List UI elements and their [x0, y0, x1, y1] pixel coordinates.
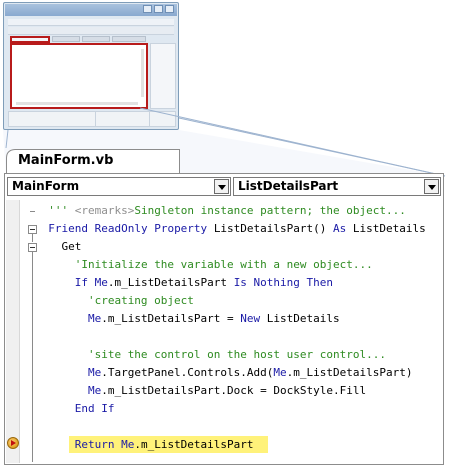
code-line[interactable]: Me.m_ListDetailsPart.Dock = DockStyle.Fi… — [88, 382, 366, 400]
code-token: .m_ListDetailsPart.Dock = DockStyle.Fill — [101, 384, 367, 397]
code-editor[interactable]: MainForm ListDetailsPart ''' <remarks>Si… — [4, 173, 444, 465]
code-line[interactable]: 'site the control on the host user contr… — [88, 346, 386, 364]
code-token: As — [333, 222, 353, 235]
class-name-dropdown[interactable]: MainForm — [7, 177, 231, 196]
code-token: ListDetailsPart() — [213, 222, 334, 235]
code-token: Me — [87, 384, 102, 397]
code-line[interactable]: If Me.m_ListDetailsPart Is Nothing Then — [75, 274, 333, 292]
code-token: Me — [94, 276, 108, 289]
code-line[interactable]: Me.TargetPanel.Controls.Add(Me.m_ListDet… — [88, 364, 413, 382]
dropdown-arrow-icon[interactable] — [214, 179, 229, 194]
code-line[interactable]: Return Me.m_ListDetailsPart — [68, 436, 268, 454]
code-token: Me — [87, 312, 102, 325]
code-line[interactable]: Friend ReadOnly Property ListDetailsPart… — [48, 220, 426, 238]
member-name-dropdown[interactable]: ListDetailsPart — [233, 177, 441, 196]
code-token: .TargetPanel.Controls.Add( — [101, 366, 274, 379]
code-token: End If — [74, 402, 115, 415]
code-token: .m_ListDetailsPart — [134, 438, 254, 451]
outline-line — [32, 252, 33, 462]
outline-line — [32, 234, 33, 242]
member-name-value: ListDetailsPart — [238, 179, 339, 193]
code-token: Me — [87, 366, 102, 379]
code-token: ListDetails — [352, 222, 426, 235]
code-token: Me — [121, 438, 135, 451]
code-token: Is Nothing Then — [233, 276, 334, 289]
code-token: .m_ListDetailsPart — [107, 276, 234, 289]
code-line[interactable]: ''' <remarks>Singleton instance pattern;… — [48, 202, 406, 220]
code-token: 'Initialize the variable with a new obje… — [74, 258, 373, 271]
code-line[interactable]: Me.m_ListDetailsPart = New ListDetails — [88, 310, 340, 328]
tab-label: MainForm.vb — [18, 153, 114, 168]
outline-collapse-icon[interactable] — [28, 225, 37, 234]
code-token: Me — [273, 366, 287, 379]
dropdown-arrow-icon[interactable] — [424, 179, 439, 194]
current-statement-highlight: Return Me.m_ListDetailsPart — [68, 436, 268, 453]
code-token: .m_ListDetailsPart = — [101, 312, 241, 325]
code-token: Return — [74, 438, 122, 451]
code-token: 'site the control on the host user contr… — [87, 348, 386, 361]
code-token: ListDetails — [266, 312, 340, 325]
code-line[interactable]: Get — [61, 238, 81, 256]
class-name-value: MainForm — [12, 179, 80, 193]
code-token: If — [74, 276, 95, 289]
code-token: .m_ListDetailsPart) — [286, 366, 413, 379]
code-line[interactable]: 'creating object — [88, 292, 194, 310]
code-line[interactable]: 'Initialize the variable with a new obje… — [75, 256, 373, 274]
code-area[interactable]: ''' <remarks>Singleton instance pattern;… — [5, 200, 443, 464]
code-token: ''' — [48, 204, 75, 217]
code-token: Singleton instance pattern; the object..… — [134, 204, 406, 217]
outline-dash — [30, 211, 35, 212]
code-token: <remarks> — [74, 204, 135, 217]
code-token: Friend ReadOnly Property — [48, 222, 214, 235]
code-token: Get — [61, 240, 82, 253]
code-token: 'creating object — [87, 294, 194, 307]
code-token: New — [240, 312, 267, 325]
code-line[interactable]: End If — [75, 400, 115, 418]
tab-mainform-vb[interactable]: MainForm.vb — [6, 148, 180, 174]
outline-collapse-icon[interactable] — [28, 243, 37, 252]
